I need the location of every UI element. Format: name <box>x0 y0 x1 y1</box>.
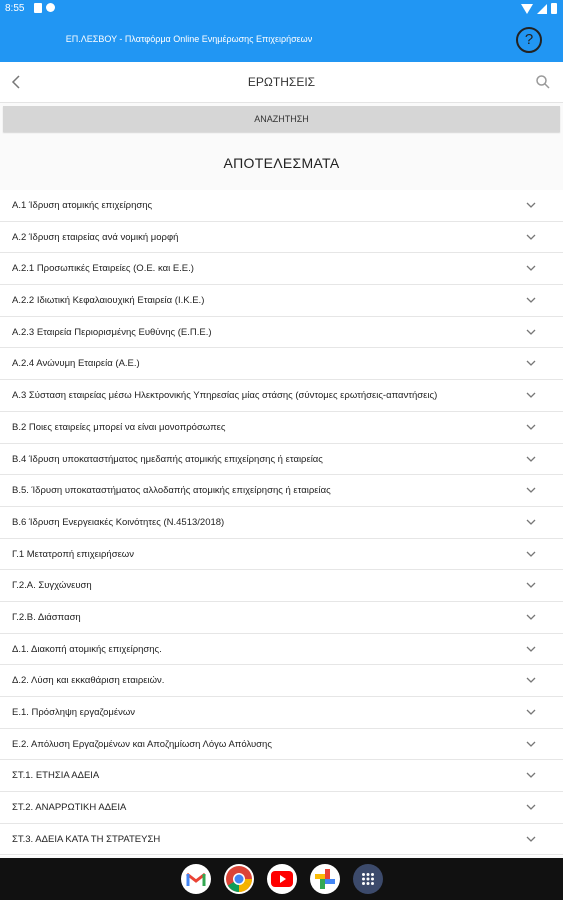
chevron-down-icon <box>526 582 536 589</box>
chevron-down-icon <box>526 265 536 272</box>
question-list-item[interactable]: Ε.2. Απόλυση Εργαζομένων και Αποζημίωση … <box>0 729 563 761</box>
chevron-down-icon <box>526 614 536 620</box>
chevron-down-icon <box>526 487 536 494</box>
question-label: Δ.2. Λύση και εκκαθάριση εταιρειών. <box>12 675 165 687</box>
chevron-down-icon <box>526 804 536 810</box>
question-label: ΣΤ.1. ΕΤΗΣΙΑ ΑΔΕΙΑ <box>12 770 100 782</box>
question-label: Δ.1. Διακοπή ατομικής επιχείρησης. <box>12 643 162 655</box>
question-label: Β.2 Ποιες εταιρείες μπορεί να είναι μονο… <box>12 421 226 433</box>
question-list-item[interactable]: Δ.1. Διακοπή ατομικής επιχείρησης. <box>0 634 563 666</box>
signal-icon <box>537 3 547 14</box>
gmail-icon[interactable] <box>180 864 211 894</box>
chevron-down-icon <box>526 456 536 462</box>
chevron-down-icon <box>526 202 536 208</box>
question-list-item[interactable]: Γ.2.Β. Διάσπαση <box>0 602 563 634</box>
question-list-item[interactable]: Β.4 Ίδρυση υποκαταστήματος ημεδαπής ατομ… <box>0 444 563 476</box>
question-label: Γ.1 Μετατροπή επιχειρήσεων <box>12 548 134 560</box>
question-list-item[interactable]: Ε.1. Πρόσληψη εργαζομένων <box>0 697 563 729</box>
chevron-down-icon <box>526 772 536 779</box>
question-list-item[interactable]: Β.2 Ποιες εταιρείες μπορεί να είναι μονο… <box>0 412 563 444</box>
search-icon[interactable] <box>535 74 551 90</box>
question-list: Α.1 Ίδρυση ατομικής επιχείρησης Α.2 Ίδρυσ… <box>0 190 563 856</box>
search-button[interactable]: ΑΝΑΖΗΤΗΣΗ <box>3 106 560 132</box>
help-button[interactable]: ? <box>516 27 542 53</box>
chevron-down-icon <box>526 424 536 430</box>
youtube-icon[interactable] <box>266 864 297 894</box>
chevron-down-icon <box>526 360 536 367</box>
back-arrow-icon[interactable] <box>8 72 24 92</box>
question-list-item[interactable]: ΣΤ.3. ΑΔΕΙΑ ΚΑΤΑ ΤΗ ΣΤΡΑΤΕΥΣΗ <box>0 824 563 856</box>
question-list-item[interactable]: Γ.2.Α. Συγχώνευση <box>0 570 563 602</box>
chevron-down-icon <box>526 677 536 684</box>
system-dock <box>0 858 563 900</box>
chevron-down-icon <box>526 297 536 303</box>
sim-icon <box>34 3 42 13</box>
battery-icon <box>551 3 557 14</box>
chevron-down-icon <box>526 709 536 715</box>
question-list-item[interactable]: Α.2.3 Εταιρεία Περιορισμένης Ευθύνης (Ε.… <box>0 317 563 349</box>
question-list-item[interactable]: Β.6 Ίδρυση Ενεργειακές Κοινότητες (Ν.451… <box>0 507 563 539</box>
help-icon: ? <box>524 31 534 48</box>
question-label: Α.2.3 Εταιρεία Περιορισμένης Ευθύνης (Ε.… <box>12 326 212 338</box>
question-label: Α.1 Ίδρυση ατομικής επιχείρησης <box>12 200 153 211</box>
status-bar: 8:55 <box>0 0 563 17</box>
question-list-item[interactable]: Β.5. Ίδρυση υποκαταστήματος αλλοδαπής ατ… <box>0 475 563 507</box>
question-list-item[interactable]: Α.2.2 Ιδιωτική Κεφαλαιουχική Εταιρεία (Ι… <box>0 285 563 317</box>
question-label: Ε.2. Απόλυση Εργαζομένων και Αποζημίωση … <box>12 738 272 750</box>
question-label: Α.2.2 Ιδιωτική Κεφαλαιουχική Εταιρεία (Ι… <box>12 295 205 307</box>
question-label: Ε.1. Πρόσληψη εργαζομένων <box>12 707 136 718</box>
chrome-icon[interactable] <box>223 864 254 894</box>
question-label: Α.3 Σύσταση εταιρείας μέσω Ηλεκτρονικής … <box>12 390 438 402</box>
question-list-item[interactable]: ΣΤ.2. ΑΝΑΡΡΩΤΙΚΗ ΑΔΕΙΑ <box>0 792 563 824</box>
page-title: ΕΡΩΤΗΣΕΙΣ <box>247 75 316 89</box>
results-heading: ΑΠΟΤΕΛΕΣΜΑΤΑ <box>223 155 340 171</box>
chevron-down-icon <box>526 519 536 525</box>
app-title: ΕΠ.ΛΕΣΒΟΥ - Πλατφόρμα Online Ενημέρωσης … <box>65 34 313 44</box>
question-list-item[interactable]: Δ.2. Λύση και εκκαθάριση εταιρειών. <box>0 665 563 697</box>
question-list-item[interactable]: ΣΤ.1. ΕΤΗΣΙΑ ΑΔΕΙΑ <box>0 760 563 793</box>
chevron-down-icon <box>526 741 536 747</box>
chevron-down-icon <box>526 234 536 240</box>
chevron-down-icon <box>526 551 536 557</box>
wifi-icon <box>521 3 533 14</box>
chevron-down-icon <box>526 646 536 652</box>
question-list-item[interactable]: Γ.1 Μετατροπή επιχειρήσεων <box>0 539 563 571</box>
question-label: Β.5. Ίδρυση υποκαταστήματος αλλοδαπής ατ… <box>12 485 331 497</box>
app-drawer-icon[interactable] <box>352 864 383 894</box>
chevron-down-icon <box>526 392 536 399</box>
app-bar: ΕΠ.ΛΕΣΒΟΥ - Πλατφόρμα Online Ενημέρωσης … <box>0 17 563 62</box>
question-label: Β.4 Ίδρυση υποκαταστήματος ημεδαπής ατομ… <box>12 453 323 465</box>
question-label: Γ.2.Α. Συγχώνευση <box>12 580 92 592</box>
chevron-down-icon <box>526 329 536 335</box>
chevron-down-icon <box>526 836 536 842</box>
question-list-item[interactable]: Α.1 Ίδρυση ατομικής επιχείρησης <box>0 190 563 222</box>
question-label: Α.2.4 Ανώνυμη Εταιρεία (Α.Ε.) <box>12 358 140 370</box>
photos-icon[interactable] <box>309 864 340 894</box>
question-label: ΣΤ.2. ΑΝΑΡΡΩΤΙΚΗ ΑΔΕΙΑ <box>12 802 127 814</box>
question-label: ΣΤ.3. ΑΔΕΙΑ ΚΑΤΑ ΤΗ ΣΤΡΑΤΕΥΣΗ <box>12 833 161 845</box>
question-list-item[interactable]: Α.2.4 Ανώνυμη Εταιρεία (Α.Ε.) <box>0 348 563 381</box>
nav-bar: ΕΡΩΤΗΣΕΙΣ <box>0 62 563 103</box>
question-label: Α.2.1 Προσωπικές Εταιρείες (Ο.Ε. και Ε.Ε… <box>12 263 194 275</box>
status-time: 8:55 <box>5 3 25 14</box>
question-label: Α.2 Ίδρυση εταιρείας ανά νομική μορφή <box>12 231 179 243</box>
question-label: Β.6 Ίδρυση Ενεργειακές Κοινότητες (Ν.451… <box>12 516 225 528</box>
notification-icon <box>46 3 55 12</box>
question-label: Γ.2.Β. Διάσπαση <box>12 611 81 623</box>
question-list-item[interactable]: Α.2.1 Προσωπικές Εταιρείες (Ο.Ε. και Ε.Ε… <box>0 253 563 286</box>
question-list-item[interactable]: Α.2 Ίδρυση εταιρείας ανά νομική μορφή <box>0 222 563 254</box>
question-list-item[interactable]: Α.3 Σύσταση εταιρείας μέσω Ηλεκτρονικής … <box>0 380 563 412</box>
